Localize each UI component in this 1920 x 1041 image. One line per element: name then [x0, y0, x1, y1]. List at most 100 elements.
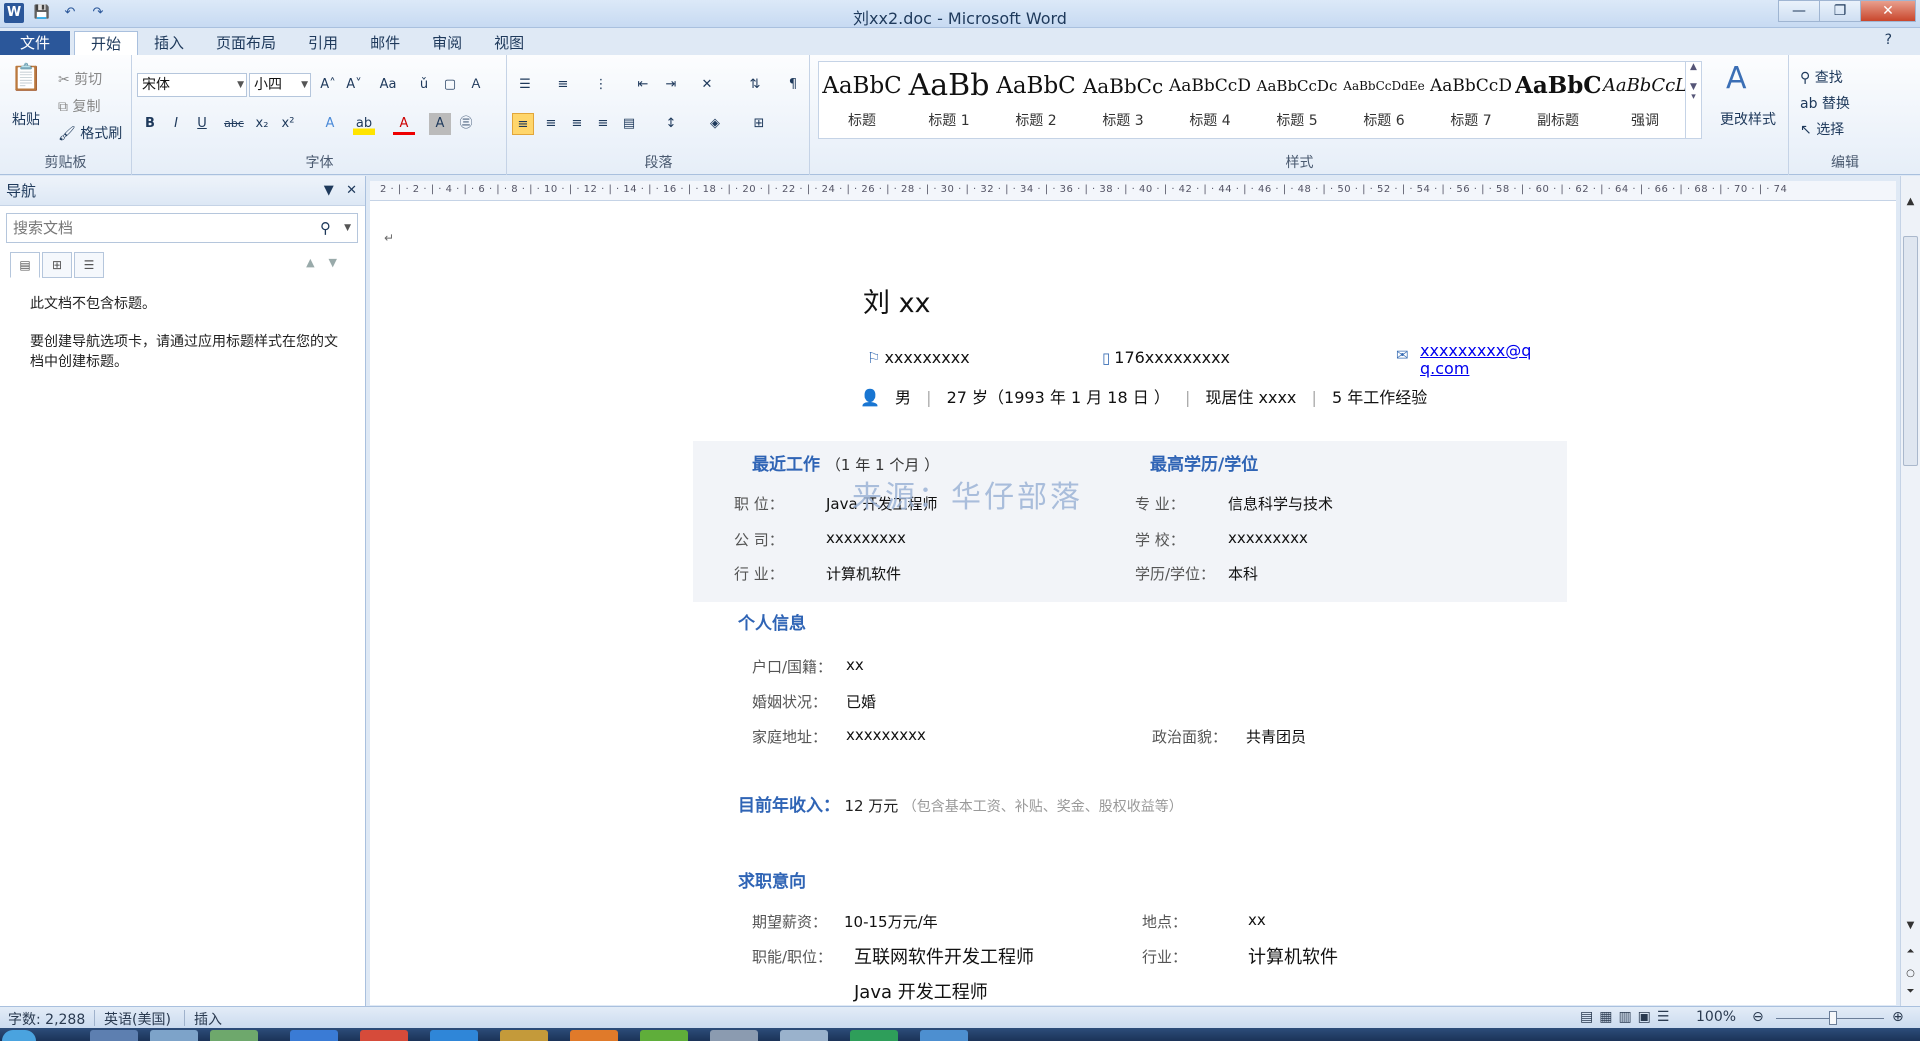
multilevel-list-icon[interactable]: ⋮	[590, 74, 612, 96]
taskbar-app-5[interactable]	[360, 1030, 408, 1041]
shrink-font-icon[interactable]: A˅	[343, 74, 365, 96]
help-icon[interactable]: ?	[1885, 32, 1892, 48]
gallery-scroll[interactable]: ▲ ▼ ▾	[1685, 62, 1701, 138]
taskbar-app-1[interactable]	[90, 1030, 138, 1041]
change-case-icon[interactable]: Aa	[377, 74, 399, 96]
scroll-down-icon[interactable]: ▼	[1901, 920, 1920, 931]
tab-file[interactable]: 文件	[0, 31, 70, 55]
copy-button[interactable]: ⧉ 复制	[58, 96, 100, 116]
shading-icon[interactable]: ◈	[704, 113, 726, 135]
char-border-icon[interactable]: ▢	[439, 74, 461, 96]
tab-mailings[interactable]: 邮件	[354, 31, 416, 55]
replace-button[interactable]: ab 替换	[1800, 93, 1850, 113]
enclose-char-icon[interactable]: Ａ	[465, 74, 487, 96]
taskbar-app-4[interactable]	[290, 1030, 338, 1041]
taskbar-app-6[interactable]	[430, 1030, 478, 1041]
font-color-icon[interactable]: A	[393, 113, 415, 135]
taskbar-app-10[interactable]	[710, 1030, 758, 1041]
taskbar-app-3[interactable]	[210, 1030, 258, 1041]
document-page[interactable]: ↵ 刘 xx ⚐ xxxxxxxxx ▯ 176xxxxxxxxx ✉ xxxxxxx…	[370, 201, 1896, 1005]
style-heading-1[interactable]: AaBb 标题 1	[906, 64, 992, 136]
find-button[interactable]: ⚲ 查找	[1800, 67, 1843, 87]
tab-review[interactable]: 审阅	[416, 31, 478, 55]
phonetic-icon[interactable]: ǔ	[413, 74, 435, 96]
browse-object-icon[interactable]: ○	[1901, 968, 1920, 979]
pages-view-icon[interactable]: ⊞	[42, 252, 72, 278]
justify-icon[interactable]: ≡	[592, 113, 614, 135]
zoom-level[interactable]: 100%	[1696, 1009, 1736, 1025]
line-spacing-icon[interactable]: ↕	[660, 113, 682, 135]
distributed-icon[interactable]: ▤	[618, 113, 640, 135]
scroll-up-icon[interactable]: ▲	[1901, 196, 1920, 207]
asian-layout-icon[interactable]: ✕	[696, 74, 718, 96]
paste-icon[interactable]: 📋	[10, 63, 42, 93]
vertical-scrollbar[interactable]: ▲ ▼ ⏶ ○ ⏷	[1900, 176, 1920, 1006]
minimize-button[interactable]: —	[1778, 0, 1820, 22]
superscript-icon[interactable]: x²	[277, 113, 299, 135]
taskbar-app-2[interactable]	[150, 1030, 198, 1041]
word-count[interactable]: 字数: 2,288	[8, 1009, 85, 1029]
taskbar-app-12[interactable]	[850, 1030, 898, 1041]
style-heading-5[interactable]: AaBbCcDc 标题 5	[1254, 64, 1340, 136]
show-marks-icon[interactable]: ¶	[782, 74, 804, 96]
style-heading-6[interactable]: AaBbCcDdEe 标题 6	[1341, 64, 1427, 136]
strikethrough-icon[interactable]: abc	[223, 113, 245, 135]
headings-view-icon[interactable]: ▤	[10, 252, 40, 278]
next-page-icon[interactable]: ⏷	[1901, 986, 1920, 997]
subscript-icon[interactable]: x₂	[251, 113, 273, 135]
underline-icon[interactable]: U	[191, 113, 213, 135]
cut-button[interactable]: ✂ 剪切	[58, 69, 102, 89]
increase-indent-icon[interactable]: ⇥	[660, 74, 682, 96]
close-button[interactable]: ✕	[1860, 0, 1916, 22]
font-name-select[interactable]: 宋体 ▼	[137, 73, 247, 97]
taskbar-app-7[interactable]	[500, 1030, 548, 1041]
char-shading-icon[interactable]: A	[429, 113, 451, 135]
style-subtitle[interactable]: AaBbC 副标题	[1515, 64, 1601, 136]
nav-prev-next-icon[interactable]: ▲▼	[306, 256, 351, 269]
horizontal-ruler[interactable]: 2 · | · 2 · | · 4 · | · 6 · | · 8 · | · …	[370, 181, 1896, 201]
bullets-icon[interactable]: ☰	[514, 74, 536, 96]
nav-close-icon[interactable]: ▼ ✕	[324, 176, 357, 206]
change-styles-icon[interactable]: A	[1726, 61, 1747, 96]
prev-page-icon[interactable]: ⏶	[1901, 946, 1920, 957]
tab-view[interactable]: 视图	[478, 31, 540, 55]
sort-icon[interactable]: ⇅	[744, 74, 766, 96]
view-buttons-icon[interactable]: ▤▦▥▣☰	[1580, 1009, 1675, 1025]
taskbar-app-11[interactable]	[780, 1030, 828, 1041]
zoom-slider-knob[interactable]	[1829, 1011, 1837, 1025]
text-effects-icon[interactable]: A	[319, 113, 341, 135]
select-button[interactable]: ↖ 选择	[1800, 119, 1844, 139]
decrease-indent-icon[interactable]: ⇤	[632, 74, 654, 96]
taskbar-app-13[interactable]	[920, 1030, 968, 1041]
taskbar-app-8[interactable]	[570, 1030, 618, 1041]
zoom-in-icon[interactable]: ⊕	[1892, 1009, 1904, 1025]
align-center-icon[interactable]: ≡	[540, 113, 562, 135]
zoom-out-icon[interactable]: ⊖	[1752, 1009, 1764, 1025]
format-painter-button[interactable]: 🖌 格式刷	[58, 123, 122, 143]
taskbar-app-9[interactable]	[640, 1030, 688, 1041]
grow-font-icon[interactable]: A˄	[317, 74, 339, 96]
style-emphasis[interactable]: AaBbCcL 强调	[1602, 64, 1688, 136]
borders-icon[interactable]: ⊞	[748, 113, 770, 135]
align-right-icon[interactable]: ≡	[566, 113, 588, 135]
maximize-button[interactable]: ❐	[1819, 0, 1861, 22]
highlight-icon[interactable]: ab	[353, 113, 375, 135]
align-left-icon[interactable]: ≡	[512, 113, 534, 135]
search-icon[interactable]: ⚲	[320, 214, 331, 242]
style-heading-4[interactable]: AaBbCcD 标题 4	[1167, 64, 1253, 136]
style-title[interactable]: AaBbC 标题	[819, 64, 905, 136]
paste-button[interactable]: 粘贴	[12, 109, 40, 129]
italic-icon[interactable]: I	[165, 113, 187, 135]
tab-page-layout[interactable]: 页面布局	[200, 31, 292, 55]
scroll-thumb[interactable]	[1903, 236, 1918, 466]
nav-search-input[interactable]: 搜索文档 ⚲ ▼	[6, 213, 358, 243]
style-heading-3[interactable]: AaBbCc 标题 3	[1080, 64, 1166, 136]
style-heading-2[interactable]: AaBbC 标题 2	[993, 64, 1079, 136]
insert-mode[interactable]: 插入	[194, 1009, 222, 1029]
language-status[interactable]: 英语(美国)	[104, 1009, 171, 1029]
tab-insert[interactable]: 插入	[138, 31, 200, 55]
enclosed-char-icon[interactable]: ㊂	[455, 113, 477, 135]
bold-icon[interactable]: B	[139, 113, 161, 135]
tab-references[interactable]: 引用	[292, 31, 354, 55]
results-view-icon[interactable]: ☰	[74, 252, 104, 278]
